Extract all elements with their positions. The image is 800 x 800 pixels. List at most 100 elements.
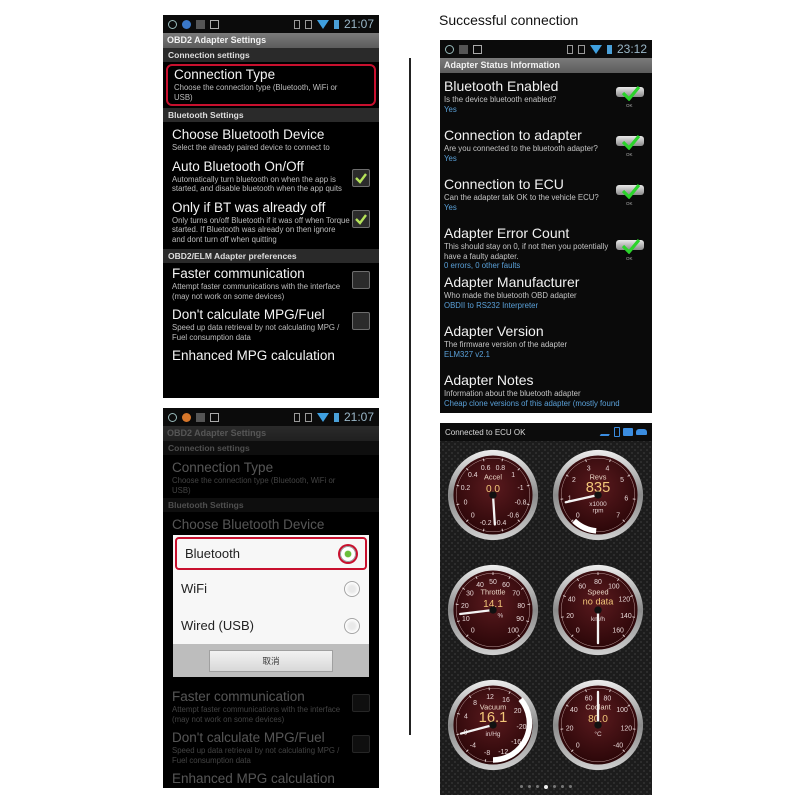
option-wifi[interactable]: WiFi: [173, 570, 369, 607]
gauge-tick-label: 20: [461, 603, 469, 610]
battery-icon: [606, 44, 612, 54]
dont-calc-mpg-checkbox[interactable]: [352, 312, 370, 330]
gauge-tick-label: 30: [466, 591, 474, 598]
status-item[interactable]: Connection to adapter Are you connected t…: [440, 124, 652, 173]
pref-connection-type: Connection Type Choose the connection ty…: [163, 455, 379, 498]
gauge-hub: [489, 491, 497, 499]
faster-comm-checkbox[interactable]: [352, 271, 370, 289]
status-item[interactable]: Connection to ECU Can the adapter talk OK…: [440, 173, 652, 222]
ok-label: OK: [626, 256, 633, 261]
pref-faster-comm[interactable]: Faster communication Attempt faster comm…: [163, 263, 379, 304]
obd-connection-icon: [599, 428, 614, 436]
gauge-tick-label: 7: [616, 512, 620, 519]
gauge-tick-label: 2: [572, 477, 576, 484]
radio-bluetooth[interactable]: [340, 545, 356, 562]
status-bar: 23:12: [440, 40, 652, 58]
gauge-throttle[interactable]: 0 10 20 30 40 50 60 70 80 90 100 Throttle 14.1%: [447, 564, 539, 656]
page-dot[interactable]: [561, 785, 564, 788]
vibrate-icon: [577, 44, 585, 54]
pref-dont-calc-mpg: Don't calculate MPG/Fuel Speed up data r…: [163, 727, 379, 768]
pref-auto-bluetooth[interactable]: Auto Bluetooth On/Off Automatically turn…: [163, 156, 379, 197]
pref-title: Only if BT was already off: [172, 199, 326, 215]
vibrate-icon: [304, 412, 312, 422]
section-bluetooth: Bluetooth Settings: [163, 108, 379, 122]
gauge-tick-label: 0.2: [461, 485, 471, 492]
page-dot[interactable]: [528, 785, 531, 788]
status-item[interactable]: Adapter Notes Information about the bluet…: [440, 369, 652, 413]
gauge-tick-label: -0.8: [515, 500, 527, 507]
gauge-unit: %: [497, 612, 503, 619]
option-bluetooth[interactable]: Bluetooth: [175, 537, 367, 570]
gauge-hub: [489, 721, 497, 729]
auto-bluetooth-checkbox[interactable]: [352, 168, 370, 187]
dont-calc-mpg-checkbox: [352, 735, 370, 753]
gauge-unit: in/Hg: [485, 731, 500, 738]
page-dot[interactable]: [536, 785, 539, 788]
gauge-tick-label: -1: [517, 485, 523, 492]
gauge-speed[interactable]: 020406080100120140160Speedno datakm/h: [552, 564, 644, 656]
option-wired-usb[interactable]: Wired (USB): [173, 607, 369, 644]
pref-summary: Only turns on/off Bluetooth if it was of…: [172, 215, 350, 244]
check-icon: [621, 183, 641, 199]
gauge-revs[interactable]: 0 1 2 3 4 5 6 7 Revs 835 x1000 rpm: [552, 449, 644, 541]
only-if-off-checkbox[interactable]: [352, 209, 370, 228]
cancel-button[interactable]: 取消: [209, 649, 333, 672]
gauge-tick-label: 0: [576, 512, 580, 519]
gps-icon: [445, 44, 454, 54]
ok-label: OK: [626, 152, 633, 157]
page-dot[interactable]: [569, 785, 572, 788]
status-item[interactable]: Adapter Manufacturer Who made the bluetoo…: [440, 271, 652, 320]
gauge-coolant[interactable]: 020406080100120-40Coolant80.0°C: [552, 679, 644, 771]
page-dot[interactable]: [520, 785, 523, 788]
gauge-tick-label: -40: [613, 742, 623, 749]
status-item[interactable]: Adapter Error Count This should stay on 0…: [440, 222, 652, 271]
status-item-title: Adapter Manufacturer: [444, 274, 580, 290]
pref-summary: Speed up data retrieval by not calculati…: [172, 323, 340, 342]
gauge-tick-label: 6: [624, 496, 628, 503]
pref-title: Don't calculate MPG/Fuel: [172, 730, 325, 745]
gauge-tick-label: 100: [616, 707, 628, 714]
gauge-accel[interactable]: 0 0.2 0.4 0.6 0.8 1 -1 -0.8 -0.6 -0.4 -0.2 0 Accel 0.…: [447, 449, 539, 541]
page-dot[interactable]: [544, 785, 548, 789]
status-time: 21:07: [343, 17, 374, 31]
wifi-icon: [316, 412, 329, 422]
gauge-tick-label: 8: [473, 700, 477, 707]
pref-choose-device[interactable]: Choose Bluetooth Device Select the alrea…: [163, 122, 379, 156]
gauge-tick-label: 4: [605, 465, 609, 472]
status-item[interactable]: Adapter Version The firmware version of t…: [440, 320, 652, 369]
gauge-tick-label: 90: [516, 616, 524, 623]
gauge-tick-label: -20: [517, 724, 527, 731]
gauge-tick-label: 70: [512, 591, 520, 598]
pref-title: Enhanced MPG calculation: [172, 771, 335, 786]
page-indicator[interactable]: [440, 785, 652, 789]
pref-connection-type[interactable]: Connection Type Choose the connection ty…: [166, 64, 376, 106]
pref-enhanced-mpg[interactable]: Enhanced MPG calculation: [163, 345, 379, 367]
radio-wired-usb[interactable]: [344, 617, 360, 634]
gauge-value: no data: [583, 596, 615, 606]
option-label: WiFi: [181, 581, 207, 596]
phone-icon: [614, 427, 620, 437]
status-item-summary: Is the device bluetooth enabled?: [444, 95, 557, 104]
pref-faster-comm: Faster communication Attempt faster comm…: [163, 686, 379, 727]
pref-only-if-off[interactable]: Only if BT was already off Only turns on…: [163, 197, 379, 248]
option-label: Bluetooth: [185, 546, 240, 561]
gauge-tick-label: -0.2: [480, 520, 492, 527]
gauge-hub: [594, 491, 602, 499]
status-item-summary: This should stay on 0, if not then you p…: [444, 242, 609, 261]
gauge-tick-label: 0.6: [481, 465, 491, 472]
battery-icon: [333, 19, 339, 29]
pref-enhanced-mpg: Enhanced MPG calculation: [163, 768, 379, 788]
pref-dont-calc-mpg[interactable]: Don't calculate MPG/Fuel Speed up data r…: [163, 304, 379, 345]
status-item[interactable]: Bluetooth Enabled Is the device bluetooth…: [440, 75, 652, 124]
gauge-tick-label: 60: [578, 584, 586, 591]
gauge-vacuum[interactable]: 048121620-20-16-12-8-4Vacuum16.1in/Hg: [447, 679, 539, 771]
status-bar: 21:07: [163, 15, 379, 33]
radio-wifi[interactable]: [344, 580, 360, 597]
gauge-tick-label: 100: [507, 627, 519, 634]
gauge-name: Speed: [587, 587, 608, 596]
ok-status-icon: OK: [616, 85, 644, 111]
gauge-name: Accel: [484, 472, 502, 481]
check-icon: [621, 134, 641, 150]
message-icon: [196, 19, 205, 29]
page-dot[interactable]: [553, 785, 556, 788]
